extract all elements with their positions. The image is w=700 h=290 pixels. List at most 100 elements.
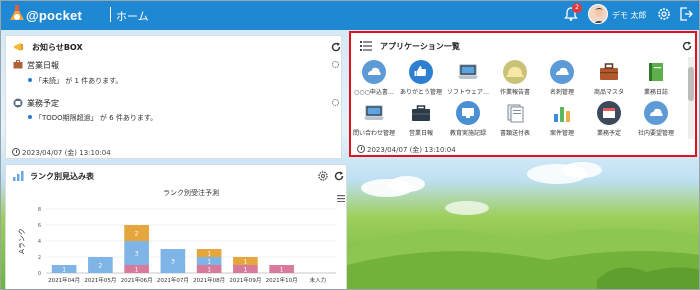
documents-icon xyxy=(507,104,524,123)
page-title: ホーム xyxy=(116,10,149,23)
data-label: 1 xyxy=(207,267,211,274)
data-label: 1 xyxy=(207,259,211,266)
app-list-timestamp: 2023/04/07 (金) 13:10:04 xyxy=(357,145,456,155)
refresh-icon[interactable] xyxy=(331,42,341,52)
notice-timestamp: 2023/04/07 (金) 13:10:04 xyxy=(12,148,111,158)
notice-heading-daily-report[interactable]: 営業日報 xyxy=(27,60,59,71)
landscape-illustration xyxy=(347,162,700,290)
app-tile[interactable]: 書類送付表 xyxy=(489,101,541,143)
data-label: 3 xyxy=(135,251,139,258)
app-label: 書類送付表 xyxy=(499,130,530,137)
app-tile[interactable]: 業務予定 xyxy=(583,101,635,143)
app-tile[interactable]: 営業日報 xyxy=(395,101,447,143)
app-label: 営業日報 xyxy=(408,130,433,137)
x-tick-label: 2021年07月 xyxy=(157,276,189,284)
app-tile[interactable]: ありがとう管理 xyxy=(395,60,447,102)
data-label: 2 xyxy=(135,231,139,238)
app-list-title: アプリケーション一覧 xyxy=(380,42,460,51)
notebook-icon xyxy=(649,63,663,81)
rank-panel-title: ランク別見込み表 xyxy=(30,172,94,181)
megaphone-icon xyxy=(14,43,23,51)
cloud-icon xyxy=(644,101,668,125)
app-label: ソフトウェア… xyxy=(446,89,489,96)
rank-forecast-chart: ランク別受注予測 Aランク 0 2 4 6 8 2021年04月 1 2021年05月 2 2021年… xyxy=(18,188,336,284)
notice-item-text: 「未読」 が 1 件あります。 xyxy=(35,77,123,85)
gear-icon[interactable] xyxy=(331,98,340,107)
notice-heading-schedule[interactable]: 業務予定 xyxy=(27,98,59,109)
laptop-icon xyxy=(364,105,384,120)
x-tick-label: 2021年06月 xyxy=(121,276,153,284)
notice-box-title: お知らせBOX xyxy=(32,43,83,52)
app-label: 問い合わせ管理 xyxy=(352,130,395,137)
clock-icon xyxy=(12,148,20,156)
x-tick-label: 2021年08月 xyxy=(193,276,225,284)
app-label: 商品マスタ xyxy=(593,89,624,96)
data-label: 1 xyxy=(243,259,247,266)
notice-item[interactable]: 「未読」 が 1 件あります。 xyxy=(28,76,122,86)
cloud-icon xyxy=(362,60,386,84)
x-tick-label: 未入力 xyxy=(310,276,327,284)
app-tile[interactable]: 業務日誌 xyxy=(630,60,682,102)
app-tile[interactable]: 案件管理 xyxy=(536,101,588,143)
app-tile[interactable]: 商品マスタ xyxy=(583,60,635,102)
gear-icon[interactable] xyxy=(331,60,340,69)
x-tick-label: 2021年04月 xyxy=(48,276,80,284)
y-tick-label: 8 xyxy=(38,207,41,213)
gear-icon[interactable] xyxy=(317,170,329,182)
app-tile[interactable]: 名刺管理 xyxy=(536,60,588,102)
app-label: ありがとう管理 xyxy=(399,89,442,96)
app-label: 社内要望管理 xyxy=(637,130,674,137)
data-label: 1 xyxy=(135,267,139,274)
app-label: 業務予定 xyxy=(596,130,621,137)
timestamp-text: 2023/04/07 (金) 13:10:04 xyxy=(367,146,456,154)
app-tile[interactable]: 社内要望管理 xyxy=(630,101,682,143)
y-tick-label: 0 xyxy=(38,271,41,277)
notice-item[interactable]: 「TODO期限超過」 が 6 件あります。 xyxy=(28,113,157,123)
x-tick-label: 2021年05月 xyxy=(84,276,116,284)
notice-item-text: 「TODO期限超過」 が 6 件あります。 xyxy=(35,114,158,122)
list-icon xyxy=(360,41,372,51)
bullet-icon xyxy=(28,78,32,82)
monitor-icon xyxy=(456,101,480,125)
y-tick-label: 2 xyxy=(38,255,41,261)
top-bar: @pocket ホーム 2 デモ 太郎 xyxy=(0,0,700,30)
scrollbar-thumb[interactable] xyxy=(688,67,694,101)
user-name[interactable]: デモ 太郎 xyxy=(612,10,647,21)
app-label: ○○○申込書… xyxy=(354,89,394,96)
avatar[interactable] xyxy=(588,4,608,24)
x-tick-label: 2021年10月 xyxy=(266,276,298,284)
timestamp-text: 2023/04/07 (金) 13:10:04 xyxy=(22,149,111,157)
app-tile[interactable]: ソフトウェア… xyxy=(442,60,494,102)
logo-icon xyxy=(10,5,24,20)
refresh-icon[interactable] xyxy=(334,171,344,181)
app-tile[interactable]: 教育実施記録 xyxy=(442,101,494,143)
user-photo-icon xyxy=(594,8,604,23)
data-label: 2 xyxy=(98,263,102,270)
bar-chart-icon xyxy=(554,107,570,122)
app-tile[interactable]: ○○○申込書… xyxy=(348,60,400,102)
gear-icon[interactable] xyxy=(656,6,672,22)
hardhat-icon xyxy=(503,60,527,84)
app-label: 案件管理 xyxy=(549,130,574,137)
data-label: 1 xyxy=(243,267,247,274)
y-tick-label: 6 xyxy=(38,223,41,229)
notice-box-panel: お知らせBOX 営業日報 「未読」 が 1 件あります。 業務予定 「TODO期… xyxy=(5,35,342,159)
app-list-panel: アプリケーション一覧 ○○○申込書… ありがとう管理 ソフトウェア… 作業報告書 名刺管… xyxy=(349,31,697,157)
notification-badge: 2 xyxy=(572,3,582,13)
refresh-icon[interactable] xyxy=(682,41,692,51)
app-label: 業務日誌 xyxy=(643,89,668,96)
app-tile[interactable]: 作業報告書 xyxy=(489,60,541,102)
app-label: 作業報告書 xyxy=(499,89,530,96)
data-label: 1 xyxy=(280,267,284,274)
calendar-icon xyxy=(13,98,23,108)
app-tile[interactable]: 問い合わせ管理 xyxy=(348,101,400,143)
bullet-icon xyxy=(28,115,32,119)
rank-forecast-panel: ランク別見込み表 ランク別受注予測 Aランク 0 2 4 6 8 2021年04月 1 2021年… xyxy=(5,164,347,290)
clock-icon xyxy=(357,145,365,153)
data-label: 1 xyxy=(207,251,211,258)
logout-icon[interactable] xyxy=(678,6,694,22)
brand-name[interactable]: @pocket xyxy=(26,8,82,23)
calendar-person-icon xyxy=(597,101,621,125)
data-label: 1 xyxy=(62,267,66,274)
app-label: 教育実施記録 xyxy=(449,130,486,137)
